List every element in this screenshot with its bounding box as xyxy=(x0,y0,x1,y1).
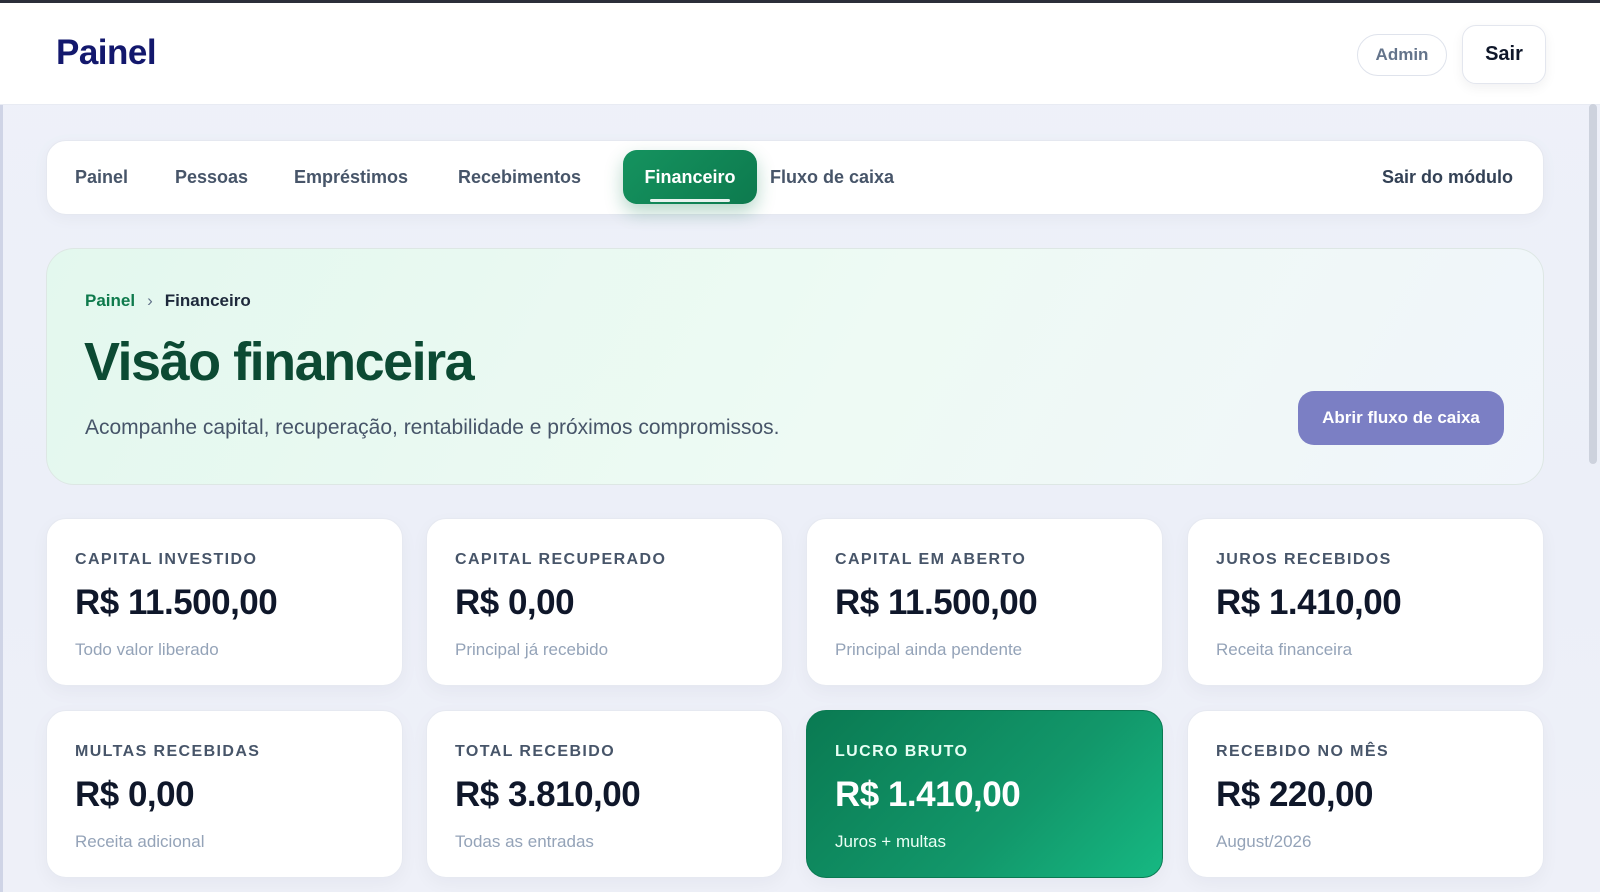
tab-recebimentos[interactable]: Recebimentos xyxy=(458,141,581,214)
active-tab-indicator xyxy=(650,199,730,202)
tab-pessoas[interactable]: Pessoas xyxy=(175,141,248,214)
tab-painel[interactable]: Painel xyxy=(75,141,128,214)
stat-card-capital-recuperado: CAPITAL RECUPERADO R$ 0,00 Principal já … xyxy=(426,518,783,686)
open-cash-flow-button[interactable]: Abrir fluxo de caixa xyxy=(1298,391,1504,445)
window-left-border xyxy=(0,3,3,892)
exit-module-link[interactable]: Sair do módulo xyxy=(1382,141,1513,214)
module-nav: Painel Pessoas Empréstimos Recebimentos … xyxy=(46,140,1544,215)
stat-note: Todas as entradas xyxy=(455,832,594,851)
stat-note: Receita adicional xyxy=(75,832,205,851)
scrollbar-thumb[interactable] xyxy=(1589,104,1597,464)
stat-label: LUCRO BRUTO xyxy=(835,743,969,760)
stat-label: CAPITAL INVESTIDO xyxy=(75,551,258,568)
tab-financeiro-label: Financeiro xyxy=(644,166,736,187)
stat-value: R$ 3.810,00 xyxy=(455,775,641,814)
brand-logo[interactable]: Painel xyxy=(56,33,157,73)
breadcrumb-current: Financeiro xyxy=(164,291,251,310)
stat-card-capital-em-aberto: CAPITAL EM ABERTO R$ 11.500,00 Principal… xyxy=(806,518,1163,686)
stat-note: Principal já recebido xyxy=(455,640,609,659)
breadcrumb-root-link[interactable]: Painel xyxy=(85,291,135,311)
stat-value: R$ 11.500,00 xyxy=(75,583,278,622)
stat-note: Principal ainda pendente xyxy=(835,640,1023,659)
tab-fluxo-de-caixa[interactable]: Fluxo de caixa xyxy=(770,141,894,214)
tab-financeiro[interactable]: Financeiro xyxy=(623,150,757,204)
stat-card-capital-investido: CAPITAL INVESTIDO R$ 11.500,00 Todo valo… xyxy=(46,518,403,686)
tab-emprestimos[interactable]: Empréstimos xyxy=(294,141,408,214)
stat-card-lucro-bruto: LUCRO BRUTO R$ 1.410,00 Juros + multas xyxy=(806,710,1163,878)
stat-value: R$ 220,00 xyxy=(1216,775,1374,814)
stat-card-recebido-no-mes: RECEBIDO NO MÊS R$ 220,00 August/2026 xyxy=(1187,710,1544,878)
stat-label: CAPITAL EM ABERTO xyxy=(835,551,1027,568)
stat-card-juros-recebidos: JUROS RECEBIDOS R$ 1.410,00 Receita fina… xyxy=(1187,518,1544,686)
stat-value: R$ 0,00 xyxy=(455,583,575,622)
stat-label: RECEBIDO NO MÊS xyxy=(1216,743,1390,760)
stat-value: R$ 0,00 xyxy=(75,775,195,814)
stat-value: R$ 1.410,00 xyxy=(835,775,1021,814)
hero-panel: Painel › Financeiro Visão financeira Aco… xyxy=(46,248,1544,485)
stat-note: Juros + multas xyxy=(835,832,947,851)
stat-card-total-recebido: TOTAL RECEBIDO R$ 3.810,00 Todas as entr… xyxy=(426,710,783,878)
stat-value: R$ 11.500,00 xyxy=(835,583,1038,622)
app-header: Painel Admin Sair xyxy=(0,3,1600,105)
user-role-badge: Admin xyxy=(1357,34,1447,76)
page-title: Visão financeira xyxy=(84,332,475,392)
stat-value: R$ 1.410,00 xyxy=(1216,583,1402,622)
stat-label: TOTAL RECEBIDO xyxy=(455,743,616,760)
stat-label: MULTAS RECEBIDAS xyxy=(75,743,261,760)
stat-note: Todo valor liberado xyxy=(75,640,219,659)
stat-card-multas-recebidas: MULTAS RECEBIDAS R$ 0,00 Receita adicion… xyxy=(46,710,403,878)
page-subtitle: Acompanhe capital, recuperação, rentabil… xyxy=(85,416,780,439)
stat-note: Receita financeira xyxy=(1216,640,1353,659)
breadcrumb-separator-icon: › xyxy=(147,291,153,310)
logout-button[interactable]: Sair xyxy=(1462,25,1546,84)
stat-note: August/2026 xyxy=(1216,832,1312,851)
stat-label: CAPITAL RECUPERADO xyxy=(455,551,667,568)
stat-label: JUROS RECEBIDOS xyxy=(1216,551,1392,568)
breadcrumb: Painel › Financeiro xyxy=(85,291,251,311)
